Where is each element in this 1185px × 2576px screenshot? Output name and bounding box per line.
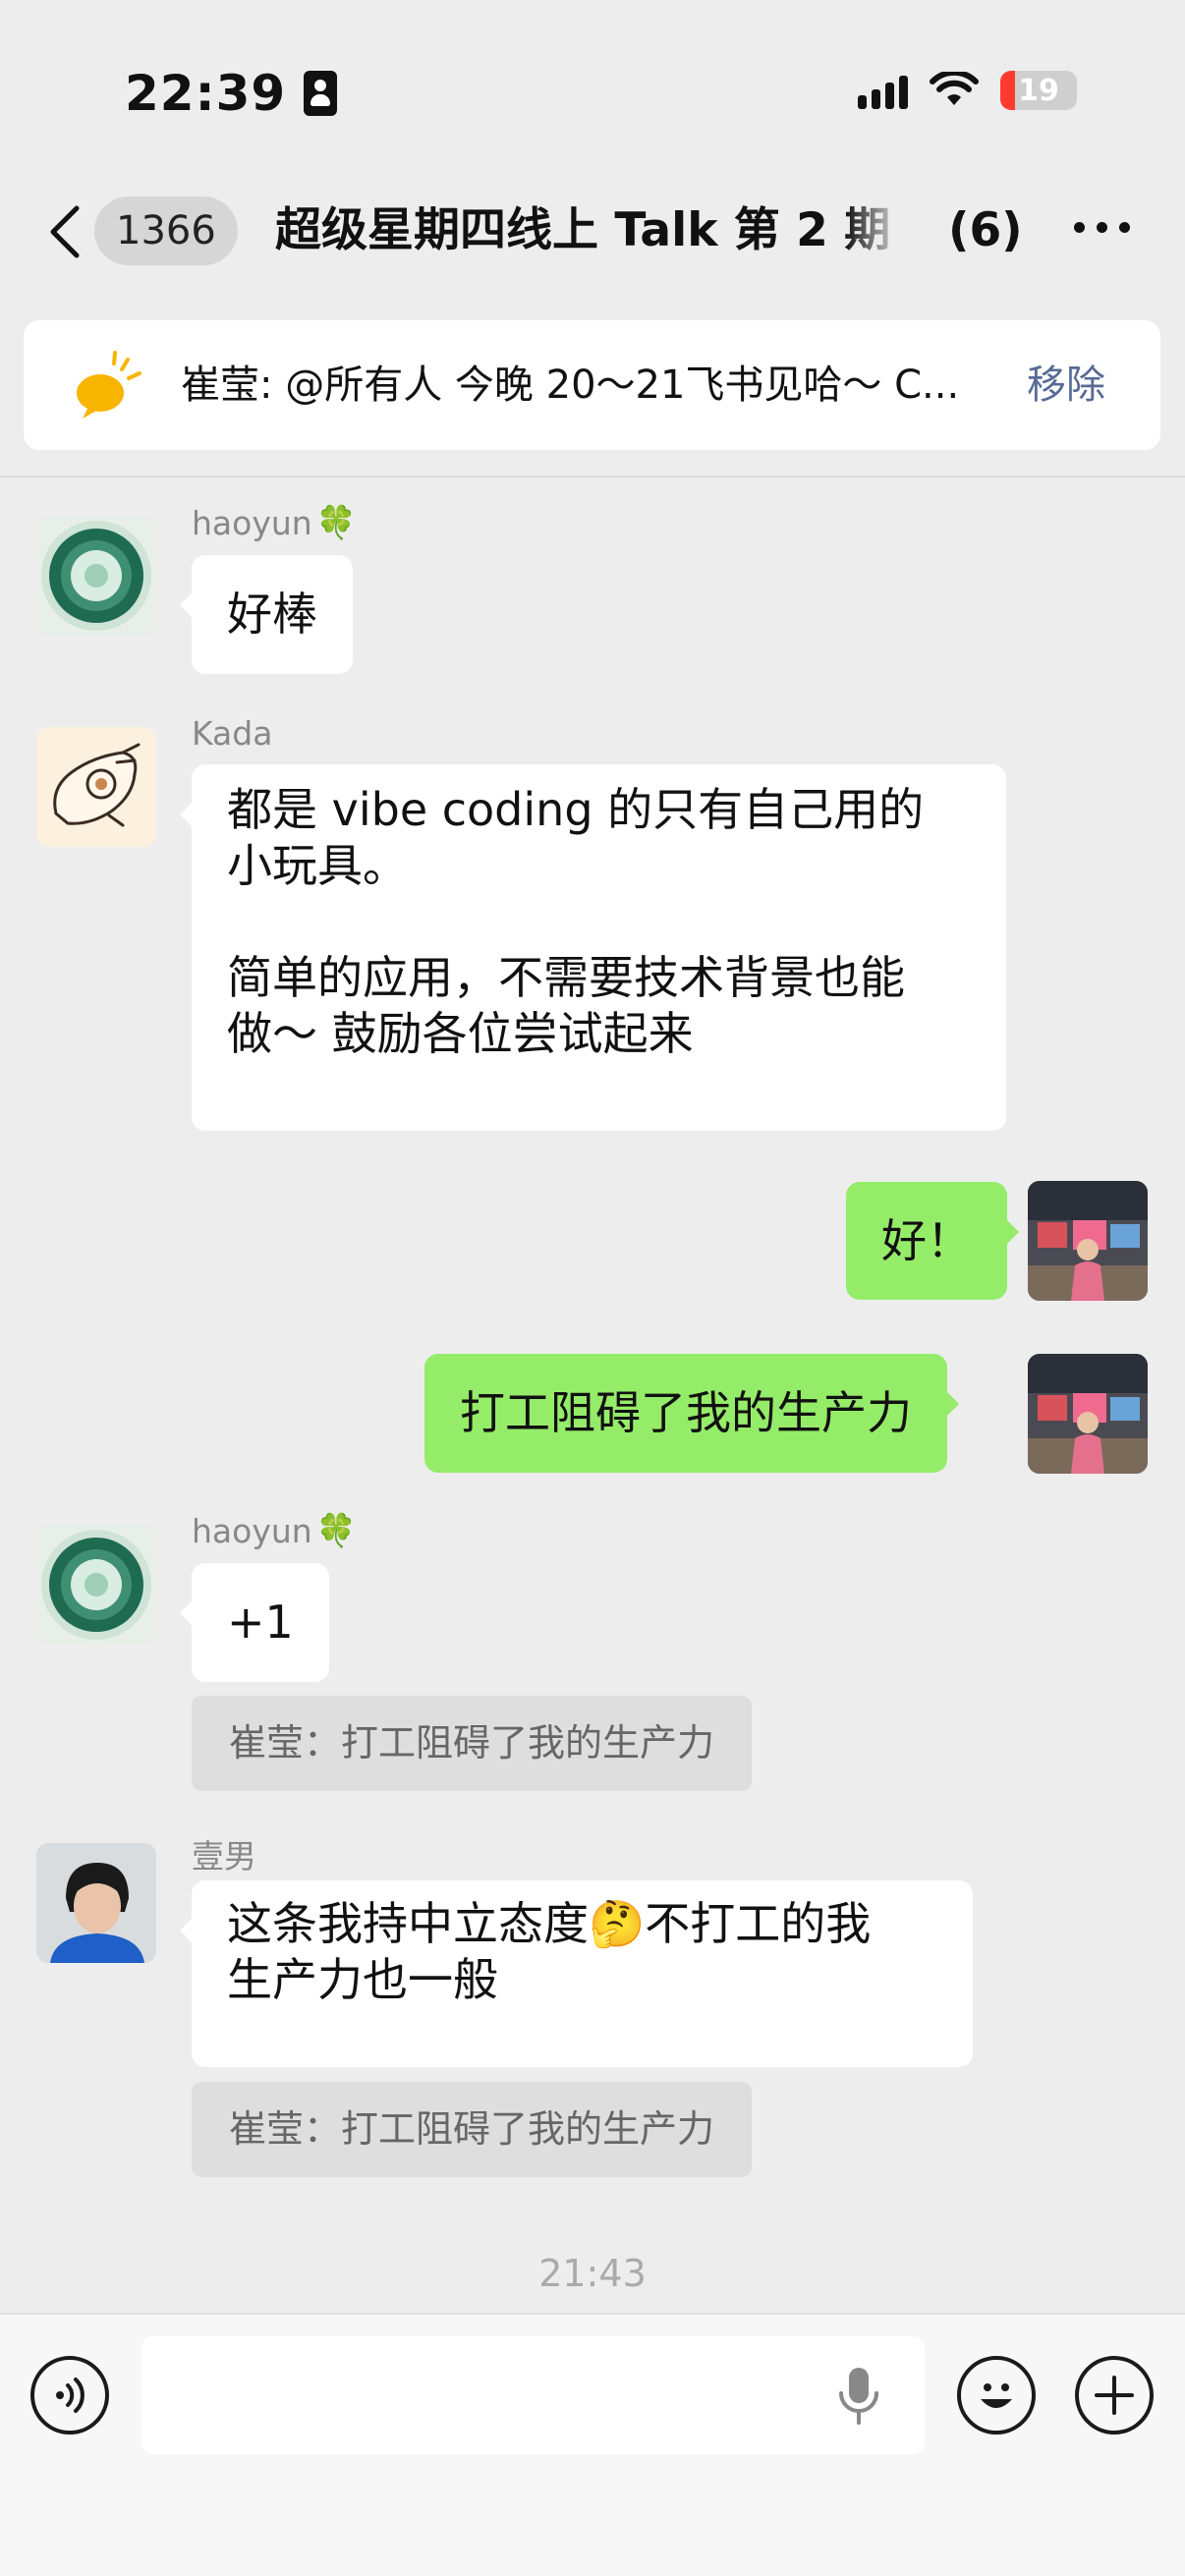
message-bubble[interactable]: 好棒: [180, 555, 353, 674]
microphone-icon[interactable]: [833, 2364, 884, 2429]
title-fade: [845, 198, 943, 263]
voice-toggle-icon[interactable]: [30, 2356, 109, 2435]
message-input[interactable]: [141, 2336, 925, 2454]
unread-count-badge[interactable]: 1366: [94, 196, 238, 265]
avatar-kada[interactable]: [36, 727, 156, 847]
pinned-announcement[interactable]: 崔莹: @所有人 今晚 20～21飞书见哈～ C... 移除: [24, 320, 1160, 450]
header-divider: [0, 476, 1185, 477]
contact-card-icon: [304, 71, 338, 116]
message-bubble[interactable]: 这条我持中立态度🤔不打工的我 生产力也一般: [180, 1880, 973, 2067]
avatar-haoyun[interactable]: [36, 1525, 156, 1645]
message-bubble[interactable]: 都是 vibe coding 的只有自己用的 小玩具。 简单的应用，不需要技术背…: [180, 764, 1006, 1131]
sender-name: haoyun 🍀: [192, 503, 357, 542]
plus-icon[interactable]: [1075, 2356, 1154, 2435]
cellular-signal-icon: [858, 72, 908, 109]
sender-name: 壹男: [192, 1837, 256, 1876]
megaphone-icon: [77, 351, 141, 419]
avatar-me[interactable]: [1028, 1181, 1148, 1301]
quoted-reply[interactable]: 崔莹：打工阻碍了我的生产力: [192, 1696, 753, 1791]
input-bar: [0, 2313, 1185, 2576]
pinned-text: 崔莹: @所有人 今晚 20～21飞书见哈～ C...: [181, 363, 960, 408]
sender-name: haoyun 🍀: [192, 1511, 357, 1550]
avatar-yinan[interactable]: [36, 1843, 156, 1963]
battery-level: 19: [1018, 73, 1059, 108]
emoji-icon[interactable]: [957, 2356, 1036, 2435]
avatar-haoyun[interactable]: [36, 516, 156, 636]
member-count[interactable]: (6): [948, 198, 1023, 263]
chevron-left-icon[interactable]: [45, 204, 85, 259]
status-time-text: 22:39: [125, 65, 287, 122]
message-bubble-mine[interactable]: 好！: [846, 1182, 1019, 1300]
sender-name: Kada: [192, 714, 273, 753]
message-bubble-mine[interactable]: 打工阻碍了我的生产力: [424, 1354, 959, 1473]
chat-title[interactable]: 超级星期四线上 Talk 第 2 期（晚: [275, 198, 943, 263]
chat-nav-bar: 1366 超级星期四线上 Talk 第 2 期（晚 (6): [0, 177, 1185, 285]
chat-screen: 22:39 19 1366 超级星期四线上 Talk 第 2 期（晚 (6) 崔…: [0, 0, 1185, 2576]
clover-emoji: 🍀: [315, 503, 357, 541]
remove-pinned-button[interactable]: 移除: [1027, 320, 1105, 450]
status-indicators: 19: [858, 71, 1077, 110]
battery-icon: 19: [1000, 71, 1077, 110]
clover-emoji: 🍀: [315, 1511, 357, 1549]
message-bubble[interactable]: +1: [180, 1563, 329, 1682]
status-time: 22:39: [125, 65, 338, 122]
more-dots-icon[interactable]: [1074, 222, 1130, 233]
quoted-reply[interactable]: 崔莹：打工阻碍了我的生产力: [192, 2082, 753, 2177]
time-separator: 21:43: [538, 2252, 647, 2295]
wifi-icon: [930, 72, 979, 109]
avatar-me[interactable]: [1028, 1354, 1148, 1474]
